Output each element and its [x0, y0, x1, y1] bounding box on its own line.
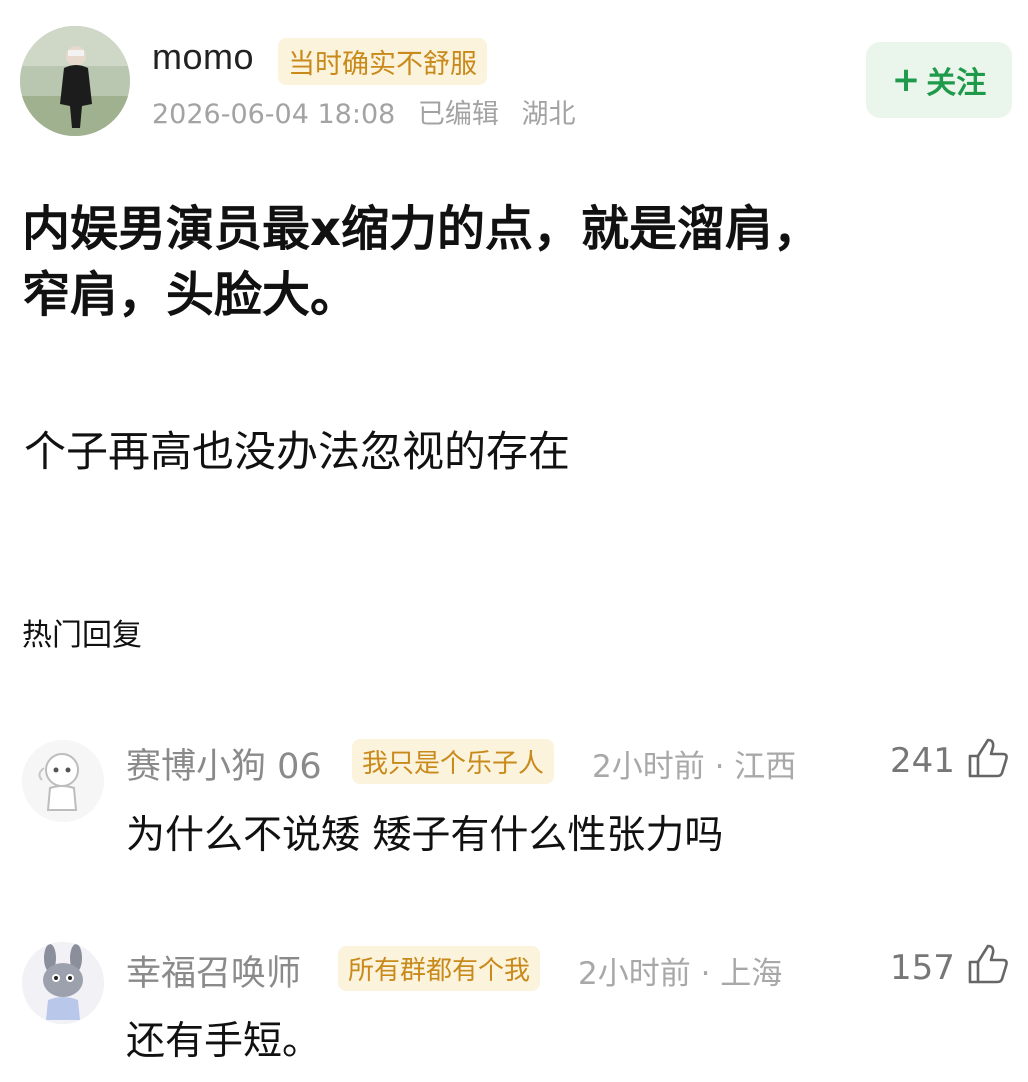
post-location: 湖北 [521, 99, 576, 130]
author-badge: 当时确实不舒服 [278, 38, 487, 85]
comment-1-text: 为什么不说矮 矮子有什么性张力吗 [126, 813, 724, 858]
thumbs-up-icon[interactable] [966, 942, 1010, 986]
author-username[interactable]: momo [152, 36, 254, 78]
headline-line-2: 窄肩，头脸大。 [22, 267, 359, 323]
comment-2-username[interactable]: 幸福召唤师 [126, 945, 301, 996]
author-avatar[interactable] [20, 26, 130, 136]
thumbs-up-icon[interactable] [966, 736, 1010, 780]
comment-1-time-location: 2小时前 · 江西 [592, 749, 797, 785]
comment-1-avatar[interactable] [22, 740, 104, 822]
post-body: 个子再高也没办法忽视的存在 [24, 427, 571, 476]
edited-label: 已编辑 [417, 99, 499, 130]
comment-2-like-count: 157 [890, 948, 955, 988]
post-headline: 内娱男演员最x缩力的点，就是溜肩， 窄肩，头脸大。 [22, 196, 1012, 328]
headline-line-1: 内娱男演员最x缩力的点，就是溜肩， [22, 201, 821, 257]
post-meta: 2026-06-04 18:08 已编辑 湖北 [152, 92, 590, 131]
comment-1-username[interactable]: 赛博小狗 06 [126, 738, 322, 789]
comment-2-time-location: 2小时前 · 上海 [578, 956, 783, 992]
post-date: 2026-06-04 18:08 [152, 99, 396, 130]
comment-1-badge: 我只是个乐子人 [352, 739, 555, 784]
comment-2-badge: 所有群都有个我 [338, 946, 541, 991]
comment-1-like-count: 241 [890, 741, 955, 781]
plus-icon: + [891, 60, 921, 100]
comment-2-text: 还有手短。 [126, 1019, 322, 1064]
follow-button[interactable]: + 关注 [866, 42, 1012, 118]
comment-2-avatar[interactable] [22, 942, 104, 1024]
hot-replies-title: 热门回复 [22, 618, 142, 653]
follow-label: 关注 [926, 66, 987, 101]
